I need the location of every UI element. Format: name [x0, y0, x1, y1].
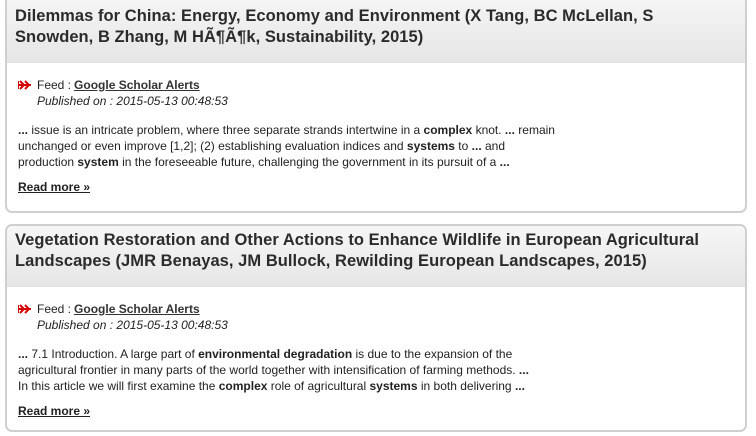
excerpt-bold: ... — [471, 139, 482, 153]
excerpt-bold: complex — [218, 379, 268, 393]
excerpt-text: production — [18, 155, 78, 169]
excerpt-bold: systems — [369, 379, 418, 393]
excerpt-bold: ... — [514, 379, 525, 393]
excerpt-bold: environmental degradation — [198, 347, 353, 361]
read-more-link[interactable]: Read more » — [18, 403, 90, 419]
excerpt-line: unchanged or even improve [1,2]; (2) est… — [18, 138, 578, 154]
article-title[interactable]: Vegetation Restoration and Other Actions… — [15, 230, 735, 272]
article-excerpt: ... issue is an intricate problem, where… — [18, 122, 578, 170]
excerpt-text: to — [454, 139, 472, 153]
excerpt-bold: ... — [18, 347, 29, 361]
feed-line: Feed : Google Scholar Alerts — [18, 301, 735, 317]
excerpt-bold: ... — [499, 155, 510, 169]
excerpt-line: ... issue is an intricate problem, where… — [18, 122, 578, 138]
excerpt-text: agricultural frontier in many parts of t… — [18, 363, 519, 377]
published-date: Published on : 2015-05-13 00:48:53 — [37, 318, 228, 332]
excerpt-line: production system in the foreseeable fut… — [18, 154, 578, 170]
excerpt-line: In this article we will first examine th… — [18, 378, 578, 394]
excerpt-text: role of agricultural — [267, 379, 370, 393]
feed-arrow-icon — [18, 304, 31, 314]
feed-arrow-icon — [18, 80, 31, 90]
excerpt-bold: ... — [518, 363, 529, 377]
excerpt-text: is due to the expansion of the — [352, 347, 513, 361]
excerpt-text: in the foreseeable future, challenging t… — [118, 155, 500, 169]
excerpt-bold: ... — [18, 123, 29, 137]
excerpt-line: ... 7.1 Introduction. A large part of en… — [18, 346, 578, 362]
excerpt-bold: ... — [504, 123, 515, 137]
article-body: Feed : Google Scholar Alerts Published o… — [7, 63, 745, 195]
excerpt-bold: system — [77, 155, 119, 169]
article-card: Dilemmas for China: Energy, Economy and … — [5, 0, 747, 213]
excerpt-text: 7.1 Introduction. A large part of — [28, 347, 199, 361]
excerpt-text: and — [481, 139, 506, 153]
feed-prefix: Feed : — [37, 78, 72, 92]
excerpt-line: agricultural frontier in many parts of t… — [18, 362, 578, 378]
feed-prefix: Feed : — [37, 302, 72, 316]
article-body: Feed : Google Scholar Alerts Published o… — [7, 287, 745, 419]
published-date: Published on : 2015-05-13 00:48:53 — [37, 94, 228, 108]
article-title[interactable]: Dilemmas for China: Energy, Economy and … — [15, 6, 735, 48]
feed-link[interactable]: Google Scholar Alerts — [74, 77, 200, 93]
excerpt-text: in both delivering — [417, 379, 515, 393]
excerpt-text: remain — [514, 123, 555, 137]
excerpt-text: unchanged or even improve [1,2]; (2) est… — [18, 139, 407, 153]
feed-line: Feed : Google Scholar Alerts — [18, 77, 735, 93]
excerpt-bold: systems — [406, 139, 455, 153]
excerpt-text: In this article we will first examine th… — [18, 379, 219, 393]
read-more-link[interactable]: Read more » — [18, 179, 90, 195]
feed-link[interactable]: Google Scholar Alerts — [74, 301, 200, 317]
article-card: Vegetation Restoration and Other Actions… — [5, 224, 747, 432]
article-header: Vegetation Restoration and Other Actions… — [7, 226, 745, 287]
article-header: Dilemmas for China: Energy, Economy and … — [7, 0, 745, 63]
excerpt-bold: complex — [423, 123, 473, 137]
excerpt-text: knot. — [472, 123, 505, 137]
excerpt-text: issue is an intricate problem, where thr… — [28, 123, 424, 137]
article-excerpt: ... 7.1 Introduction. A large part of en… — [18, 346, 578, 394]
